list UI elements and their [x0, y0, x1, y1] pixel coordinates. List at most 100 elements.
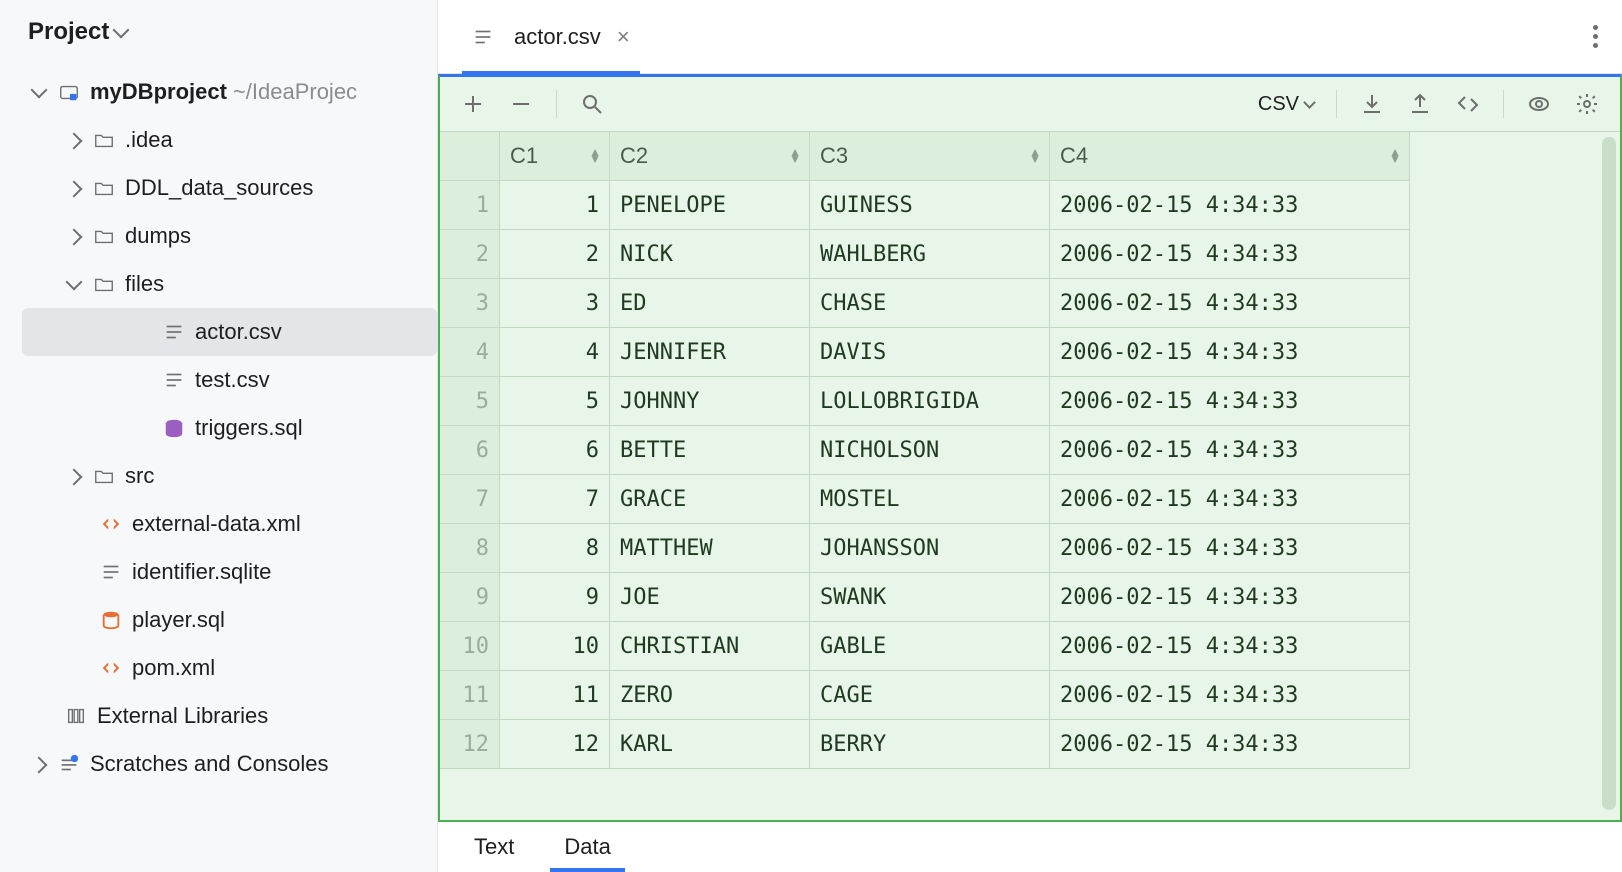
grid-cell[interactable]: 2006-02-15 4:34:33	[1050, 279, 1410, 328]
row-number[interactable]: 5	[440, 377, 500, 426]
grid-cell[interactable]: 10	[500, 622, 610, 671]
project-tool-title[interactable]: Project	[28, 18, 109, 46]
column-header[interactable]: C3▲▼	[810, 132, 1050, 181]
grid-cell[interactable]: NICK	[610, 230, 810, 279]
remove-row-button[interactable]	[508, 91, 534, 117]
import-icon[interactable]	[1359, 91, 1385, 117]
grid-cell[interactable]: JOHANSSON	[810, 524, 1050, 573]
grid-cell[interactable]: 2006-02-15 4:34:33	[1050, 671, 1410, 720]
scrollbar[interactable]	[1602, 137, 1616, 810]
tree-scratches[interactable]: Scratches and Consoles	[0, 740, 437, 788]
grid-cell[interactable]: 2006-02-15 4:34:33	[1050, 524, 1410, 573]
grid-cell[interactable]: JOHNNY	[610, 377, 810, 426]
tree-folder-idea[interactable]: .idea	[0, 116, 437, 164]
grid-cell[interactable]: 2006-02-15 4:34:33	[1050, 475, 1410, 524]
chevron-down-icon	[31, 82, 48, 99]
grid-cell[interactable]: CHASE	[810, 279, 1050, 328]
grid-cell[interactable]: 4	[500, 328, 610, 377]
format-selector[interactable]: CSV	[1258, 93, 1314, 116]
row-number[interactable]: 3	[440, 279, 500, 328]
grid-cell[interactable]: 2006-02-15 4:34:33	[1050, 573, 1410, 622]
grid-cell[interactable]: CAGE	[810, 671, 1050, 720]
grid-cell[interactable]: BETTE	[610, 426, 810, 475]
grid-cell[interactable]: KARL	[610, 720, 810, 769]
close-icon[interactable]: ×	[617, 24, 630, 50]
tree-folder-ddl[interactable]: DDL_data_sources	[0, 164, 437, 212]
column-header[interactable]: C4▲▼	[1050, 132, 1410, 181]
add-row-button[interactable]	[460, 91, 486, 117]
grid-cell[interactable]: WAHLBERG	[810, 230, 1050, 279]
tab-text[interactable]: Text	[452, 824, 536, 870]
tree-file-test-csv[interactable]: test.csv	[0, 356, 437, 404]
grid-cell[interactable]: ZERO	[610, 671, 810, 720]
grid-cell[interactable]: 2006-02-15 4:34:33	[1050, 426, 1410, 475]
grid-cell[interactable]: 2006-02-15 4:34:33	[1050, 377, 1410, 426]
row-number[interactable]: 11	[440, 671, 500, 720]
tree-folder-dumps[interactable]: dumps	[0, 212, 437, 260]
grid-cell[interactable]: 5	[500, 377, 610, 426]
tree-external-libraries[interactable]: External Libraries	[0, 692, 437, 740]
tree-file-actor-csv[interactable]: actor.csv	[22, 308, 437, 356]
tree-label: dumps	[125, 223, 191, 249]
grid-cell[interactable]: BERRY	[810, 720, 1050, 769]
grid-cell[interactable]: MOSTEL	[810, 475, 1050, 524]
grid-cell[interactable]: 2006-02-15 4:34:33	[1050, 622, 1410, 671]
tree-folder-src[interactable]: src	[0, 452, 437, 500]
grid-cell[interactable]: NICHOLSON	[810, 426, 1050, 475]
grid-cell[interactable]: GUINESS	[810, 181, 1050, 230]
grid-cell[interactable]: 6	[500, 426, 610, 475]
eye-icon[interactable]	[1526, 91, 1552, 117]
search-icon[interactable]	[579, 91, 605, 117]
grid-cell[interactable]: PENELOPE	[610, 181, 810, 230]
tree-file-external-xml[interactable]: external-data.xml	[0, 500, 437, 548]
grid-cell[interactable]: 8	[500, 524, 610, 573]
grid-cell[interactable]: ED	[610, 279, 810, 328]
grid-cell[interactable]: DAVIS	[810, 328, 1050, 377]
tree-file-identifier-sqlite[interactable]: identifier.sqlite	[0, 548, 437, 596]
chevron-down-icon[interactable]	[113, 22, 130, 39]
row-number[interactable]: 9	[440, 573, 500, 622]
row-number[interactable]: 6	[440, 426, 500, 475]
row-number[interactable]: 7	[440, 475, 500, 524]
row-number[interactable]: 2	[440, 230, 500, 279]
grid-cell[interactable]: JENNIFER	[610, 328, 810, 377]
data-grid[interactable]: C1▲▼C2▲▼C3▲▼C4▲▼11PENELOPEGUINESS2006-02…	[440, 131, 1620, 769]
row-number[interactable]: 8	[440, 524, 500, 573]
tree-root[interactable]: myDBproject ~/IdeaProjec	[0, 68, 437, 116]
grid-cell[interactable]: 2006-02-15 4:34:33	[1050, 328, 1410, 377]
grid-cell[interactable]: 2	[500, 230, 610, 279]
tab-data[interactable]: Data	[542, 824, 632, 870]
column-header[interactable]: C2▲▼	[610, 132, 810, 181]
tree-folder-files[interactable]: files	[0, 260, 437, 308]
more-menu-icon[interactable]	[1593, 25, 1598, 48]
tab-actor-csv[interactable]: actor.csv ×	[462, 0, 640, 74]
grid-cell[interactable]: 7	[500, 475, 610, 524]
grid-cell[interactable]: GRACE	[610, 475, 810, 524]
grid-cell[interactable]: 11	[500, 671, 610, 720]
export-icon[interactable]	[1407, 91, 1433, 117]
row-number[interactable]: 1	[440, 181, 500, 230]
row-number[interactable]: 10	[440, 622, 500, 671]
tree-file-player-sql[interactable]: player.sql	[0, 596, 437, 644]
grid-cell[interactable]: 2006-02-15 4:34:33	[1050, 230, 1410, 279]
grid-cell[interactable]: 9	[500, 573, 610, 622]
grid-cell[interactable]: 2006-02-15 4:34:33	[1050, 720, 1410, 769]
row-number[interactable]: 12	[440, 720, 500, 769]
grid-cell[interactable]: SWANK	[810, 573, 1050, 622]
grid-cell[interactable]: 1	[500, 181, 610, 230]
grid-cell[interactable]: GABLE	[810, 622, 1050, 671]
grid-cell[interactable]: 2006-02-15 4:34:33	[1050, 181, 1410, 230]
grid-cell[interactable]: MATTHEW	[610, 524, 810, 573]
grid-cell[interactable]: LOLLOBRIGIDA	[810, 377, 1050, 426]
column-header[interactable]: C1▲▼	[500, 132, 610, 181]
row-number[interactable]: 4	[440, 328, 500, 377]
grid-cell[interactable]: 3	[500, 279, 610, 328]
grid-cell[interactable]: CHRISTIAN	[610, 622, 810, 671]
grid-cell[interactable]: JOE	[610, 573, 810, 622]
tree-file-triggers-sql[interactable]: triggers.sql	[0, 404, 437, 452]
tree-root-path: ~/IdeaProjec	[233, 79, 357, 105]
tree-file-pom-xml[interactable]: pom.xml	[0, 644, 437, 692]
grid-cell[interactable]: 12	[500, 720, 610, 769]
revert-icon[interactable]	[1455, 91, 1481, 117]
gear-icon[interactable]	[1574, 91, 1600, 117]
